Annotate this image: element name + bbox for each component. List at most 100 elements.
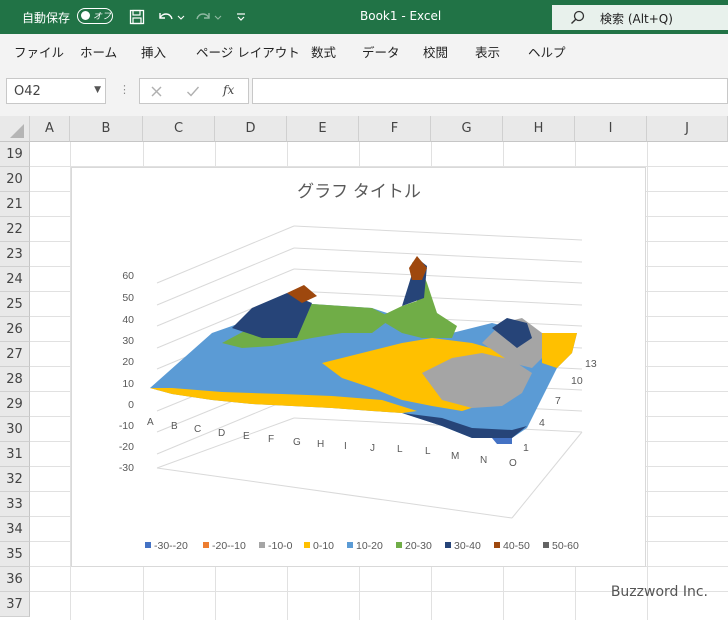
legend-label: -30--20 (154, 540, 188, 552)
legend-swatch (396, 542, 402, 548)
column-header-e[interactable]: E (287, 116, 359, 142)
row-header-28[interactable]: 28 (0, 367, 30, 392)
z-tick-label: 0 (128, 399, 134, 411)
chevron-down-icon[interactable]: ▼ (94, 85, 101, 95)
row-header-21[interactable]: 21 (0, 192, 30, 217)
depth-tick-label: 1 (523, 442, 529, 454)
title-bar: 自動保存 オフ Book1 - Excel 検索 (Alt+Q) (0, 0, 728, 34)
enter-icon[interactable] (186, 85, 200, 98)
insert-function-icon[interactable]: fx (223, 83, 234, 97)
row-header-23[interactable]: 23 (0, 242, 30, 267)
select-all-corner[interactable] (0, 116, 30, 142)
autosave-label: 自動保存 (22, 11, 71, 25)
row-header-36[interactable]: 36 (0, 567, 30, 592)
x-tick-label: I (344, 441, 347, 452)
search-box[interactable]: 検索 (Alt+Q) (552, 5, 728, 30)
row-header-30[interactable]: 30 (0, 417, 30, 442)
customize-toolbar-button[interactable] (232, 6, 250, 28)
x-tick-label: B (171, 421, 178, 432)
x-tick-label: A (147, 417, 154, 428)
column-header-a[interactable]: A (30, 116, 70, 142)
window-title: Book1 - Excel (360, 9, 442, 23)
x-tick-label: D (218, 428, 225, 439)
column-header-h[interactable]: H (503, 116, 575, 142)
formula-input[interactable] (252, 78, 728, 104)
row-header-31[interactable]: 31 (0, 442, 30, 467)
x-tick-label: H (317, 439, 324, 450)
customize-icon (237, 13, 245, 21)
cancel-icon[interactable] (150, 85, 163, 98)
gridline (647, 142, 648, 620)
row-header-24[interactable]: 24 (0, 267, 30, 292)
z-tick-label: 60 (122, 270, 134, 282)
tab-review[interactable]: 校閲 (423, 42, 448, 61)
x-tick-label: C (194, 424, 201, 435)
chart-svg: グラフ タイトル 60 50 40 30 20 10 0 -10 -20 -30… (119, 182, 597, 552)
save-button[interactable] (126, 6, 148, 28)
row-header-34[interactable]: 34 (0, 517, 30, 542)
tab-view[interactable]: 表示 (475, 42, 500, 61)
tab-help[interactable]: ヘルプ (528, 42, 566, 61)
tab-data[interactable]: データ (362, 42, 400, 61)
autosave-toggle[interactable]: オフ (77, 8, 113, 24)
tab-file[interactable]: ファイル (14, 42, 64, 61)
row-header-33[interactable]: 33 (0, 492, 30, 517)
row-header-25[interactable]: 25 (0, 292, 30, 317)
x-tick-label: N (480, 455, 487, 466)
legend-swatch (445, 542, 451, 548)
search-label: 検索 (Alt+Q) (600, 12, 673, 26)
select-all-icon (10, 124, 24, 138)
row-header-22[interactable]: 22 (0, 217, 30, 242)
row-header-26[interactable]: 26 (0, 317, 30, 342)
surface-mesh (150, 256, 577, 444)
z-tick-label: -20 (119, 441, 134, 453)
legend-swatch (145, 542, 151, 548)
row-header-32[interactable]: 32 (0, 467, 30, 492)
legend-label: 0-10 (313, 540, 334, 552)
x-tick-label: G (293, 437, 301, 448)
undo-icon (159, 13, 185, 20)
legend[interactable]: -30--20 -20--10 -10-0 0-10 10-20 20-30 3… (145, 540, 579, 552)
legend-label: 30-40 (454, 540, 481, 552)
legend-label: 10-20 (356, 540, 383, 552)
tab-formulas[interactable]: 数式 (311, 42, 336, 61)
z-tick-label: 20 (122, 356, 134, 368)
x-tick-label: F (268, 434, 274, 445)
row-header-29[interactable]: 29 (0, 392, 30, 417)
row-header-19[interactable]: 19 (0, 142, 30, 167)
redo-icon (196, 13, 222, 20)
tab-page-layout[interactable]: ページ レイアウト (196, 42, 300, 61)
save-icon (129, 9, 145, 25)
column-header-j[interactable]: J (647, 116, 728, 142)
x-tick-label: J (370, 443, 375, 454)
row-header-27[interactable]: 27 (0, 342, 30, 367)
x-tick-label: L (397, 444, 403, 455)
row-header-37[interactable]: 37 (0, 592, 30, 617)
column-header-i[interactable]: I (575, 116, 647, 142)
surface-chart[interactable]: グラフ タイトル 60 50 40 30 20 10 0 -10 -20 -30… (71, 167, 646, 567)
ribbon-tabs: ファイル ホーム 挿入 ページ レイアウト 数式 データ 校閲 表示 ヘルプ (0, 34, 728, 67)
column-header-g[interactable]: G (431, 116, 503, 142)
tab-insert[interactable]: 挿入 (141, 42, 166, 61)
column-header-d[interactable]: D (215, 116, 287, 142)
redo-button[interactable] (192, 6, 224, 28)
undo-button[interactable] (155, 6, 187, 28)
column-header-b[interactable]: B (70, 116, 143, 142)
legend-label: 20-30 (405, 540, 432, 552)
z-tick-label: 30 (122, 335, 134, 347)
row-header-35[interactable]: 35 (0, 542, 30, 567)
chart-title[interactable]: グラフ タイトル (297, 182, 421, 201)
toggle-knob (81, 11, 90, 20)
legend-swatch (259, 542, 265, 548)
row-header-20[interactable]: 20 (0, 167, 30, 192)
watermark: Buzzword Inc. (610, 584, 708, 600)
column-header-f[interactable]: F (359, 116, 431, 142)
tab-home[interactable]: ホーム (80, 42, 117, 61)
name-box[interactable]: O42 ▼ (6, 78, 106, 104)
legend-label: 50-60 (552, 540, 579, 552)
legend-label: 40-50 (503, 540, 530, 552)
z-tick-label: 40 (122, 314, 134, 326)
column-header-c[interactable]: C (143, 116, 215, 142)
z-tick-label: -30 (119, 462, 134, 474)
depth-tick-label: 4 (539, 417, 545, 429)
